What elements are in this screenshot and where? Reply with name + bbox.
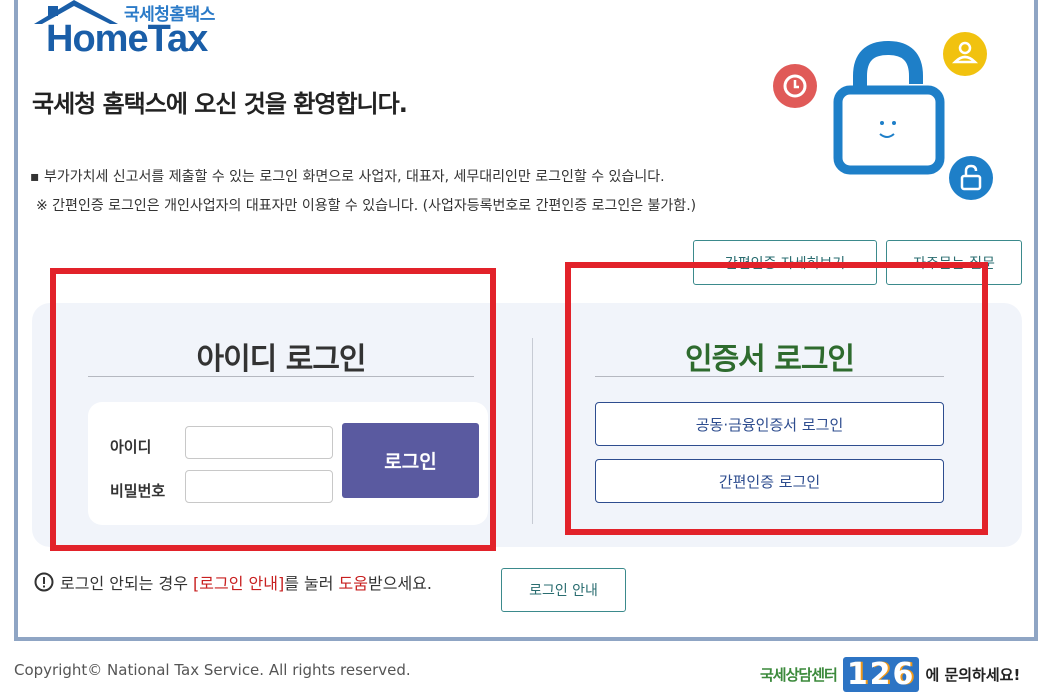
help-prefix: 로그인 안되는 경우 <box>60 574 194 593</box>
panel-divider <box>532 338 533 524</box>
help-link[interactable]: [로그인 안내] <box>193 570 284 594</box>
id-login-title: 아이디 로그인 <box>196 342 366 377</box>
small-lock-icon <box>949 156 993 200</box>
welcome-heading: 국세청 홈택스에 오신 것을 환영합니다. <box>32 90 408 118</box>
faq-button[interactable]: 자주묻는 질문 <box>886 240 1022 285</box>
cert-login-title: 인증서 로그인 <box>684 342 855 377</box>
joint-cert-login-button[interactable]: 공동·금융인증서 로그인 <box>595 402 944 446</box>
user-icon <box>943 32 987 76</box>
clock-icon <box>773 64 817 108</box>
copyright-text: Copyright© National Tax Service. All rig… <box>14 661 411 679</box>
padlock-icon <box>833 40 945 175</box>
notice-line-1: ▪ 부가가치세 신고서를 제출할 수 있는 로그인 화면으로 사업자, 대표자,… <box>30 169 665 185</box>
lock-illustration <box>773 32 993 200</box>
help-suffix: 받으세요. <box>368 574 432 593</box>
logo-title[interactable]: HomeTax <box>46 18 208 61</box>
tax-center-banner[interactable]: 국세상담센터 126 에 문의하세요! <box>760 657 1020 692</box>
help-highlight: 도움 <box>338 574 368 593</box>
notice-line-2: ※ 간편인증 로그인은 개인사업자의 대표자만 이용할 수 있습니다. (사업자… <box>36 198 697 214</box>
password-input[interactable] <box>185 470 333 503</box>
help-text: 로그인 안되는 경우 [로그인 안내] 를 눌러 도움 받으세요. <box>34 570 432 594</box>
center-suffix: 에 문의하세요! <box>925 666 1021 684</box>
login-submit-button[interactable]: 로그인 <box>342 423 479 498</box>
password-label: 비밀번호 <box>110 482 166 500</box>
exclamation-icon <box>34 572 54 592</box>
simple-cert-login-button[interactable]: 간편인증 로그인 <box>595 459 944 503</box>
id-login-divider <box>88 376 474 377</box>
login-guide-button[interactable]: 로그인 안내 <box>501 568 626 612</box>
simple-auth-detail-button[interactable]: 간편인증 자세히보기 <box>693 240 877 285</box>
id-input[interactable] <box>185 426 333 459</box>
id-label: 아이디 <box>110 438 152 456</box>
cert-login-divider <box>595 376 944 377</box>
center-number: 126 <box>842 657 920 692</box>
center-label: 국세상담센터 <box>760 666 838 684</box>
help-middle: 를 눌러 <box>284 574 339 593</box>
